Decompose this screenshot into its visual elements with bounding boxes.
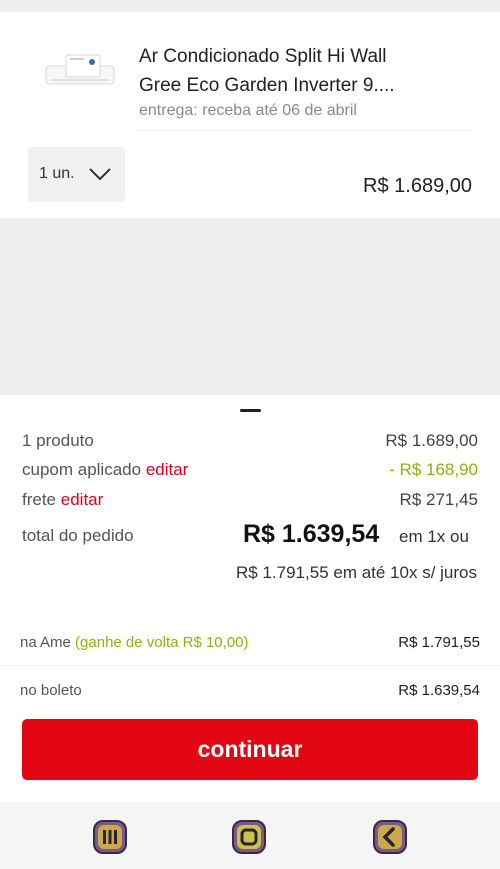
air-conditioner-thumbnail[interactable] bbox=[40, 48, 120, 106]
shipping-label-group: frete editar bbox=[22, 490, 103, 510]
divider bbox=[0, 665, 500, 666]
shipping-label: frete bbox=[22, 490, 57, 509]
cart-item-card: Ar Condicionado Split Hi Wall Gree Eco G… bbox=[0, 12, 500, 218]
shipping-cost: R$ 271,45 bbox=[399, 490, 478, 509]
delivery-estimate: entrega: receba até 06 de abril bbox=[139, 102, 357, 119]
products-subtotal: R$ 1.689,00 bbox=[385, 431, 478, 450]
order-total-label: total do pedido bbox=[22, 526, 134, 545]
recent-apps-icon[interactable] bbox=[92, 819, 128, 855]
order-total: R$ 1.639,54 bbox=[243, 520, 380, 548]
order-total-suffix: em 1x ou bbox=[399, 527, 469, 546]
boleto-label: no boleto bbox=[20, 682, 82, 699]
edit-shipping-link[interactable]: editar bbox=[61, 490, 104, 509]
edit-coupon-link[interactable]: editar bbox=[146, 460, 189, 479]
top-strip bbox=[0, 0, 500, 12]
product-title-line1[interactable]: Ar Condicionado Split Hi Wall bbox=[139, 42, 479, 71]
item-price: R$ 1.689,00 bbox=[363, 175, 472, 197]
coupon-discount: - R$ 168,90 bbox=[389, 460, 478, 479]
ame-price: R$ 1.791,55 bbox=[398, 634, 480, 651]
ame-cashback: (ganhe de volta R$ 10,00) bbox=[75, 634, 249, 651]
product-title-line2[interactable]: Gree Eco Garden Inverter 9.... bbox=[139, 71, 479, 100]
system-navigation-bar bbox=[0, 802, 500, 869]
products-count-label: 1 produto bbox=[22, 431, 94, 450]
drag-handle[interactable] bbox=[240, 409, 261, 412]
order-summary-sheet: 1 produto R$ 1.689,00 cupom aplicado edi… bbox=[0, 395, 500, 802]
coupon-label: cupom aplicado bbox=[22, 460, 142, 479]
ame-label-group: na Ame (ganhe de volta R$ 10,00) bbox=[20, 634, 249, 651]
boleto-price: R$ 1.639,54 bbox=[398, 682, 480, 699]
continue-button[interactable]: continuar bbox=[22, 719, 478, 780]
home-icon[interactable] bbox=[231, 819, 267, 855]
divider bbox=[137, 130, 472, 131]
quantity-select[interactable]: 1 un. bbox=[28, 147, 125, 202]
product-title[interactable]: Ar Condicionado Split Hi Wall Gree Eco G… bbox=[139, 42, 479, 100]
coupon-label-group: cupom aplicado editar bbox=[22, 460, 188, 480]
chevron-down-icon bbox=[89, 168, 111, 181]
ame-label: na Ame bbox=[20, 634, 71, 651]
installments-info: R$ 1.791,55 em até 10x s/ juros bbox=[236, 563, 477, 582]
quantity-value: 1 un. bbox=[39, 165, 75, 182]
back-icon[interactable] bbox=[372, 819, 408, 855]
